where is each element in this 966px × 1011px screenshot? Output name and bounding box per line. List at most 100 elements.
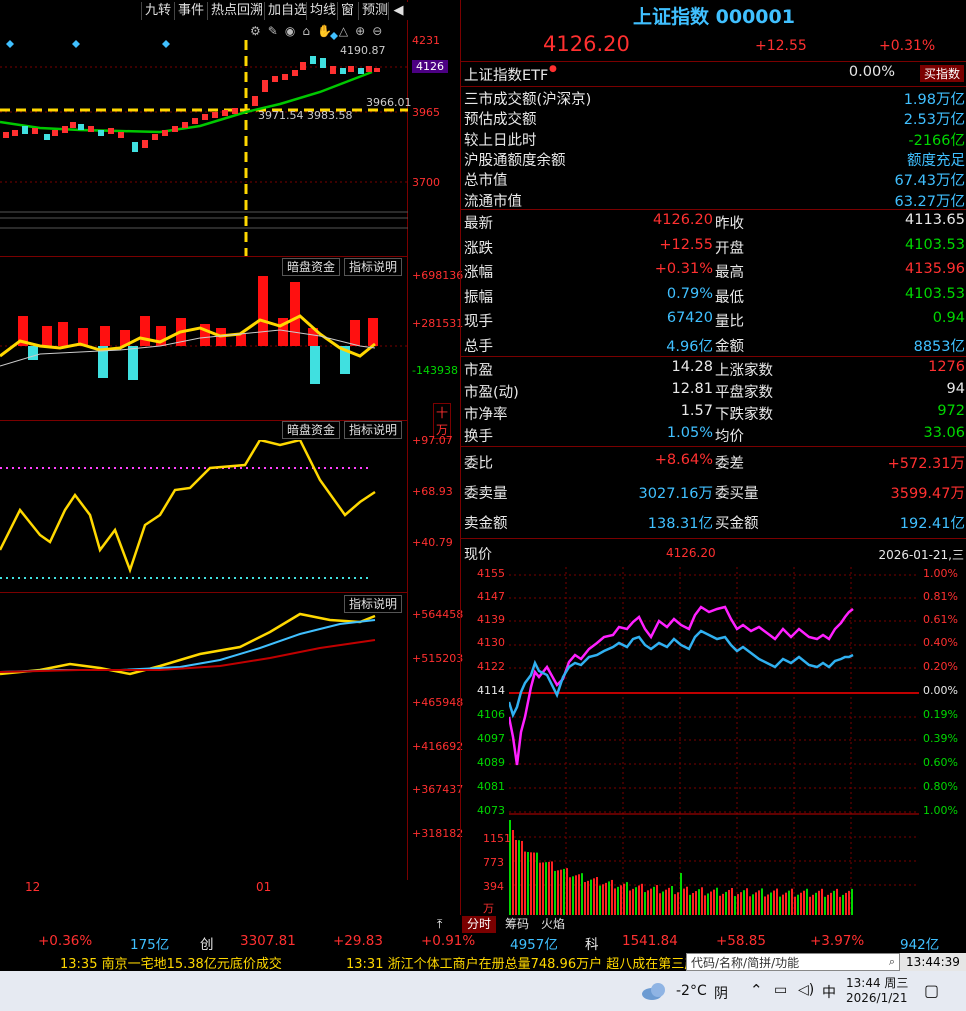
- index-ticker-item[interactable]: +29.83: [333, 933, 383, 949]
- search-icon[interactable]: ⌕: [889, 955, 895, 969]
- tray-expand-icon[interactable]: ⌃: [750, 981, 763, 999]
- buy-index-button[interactable]: 买指数: [919, 65, 964, 82]
- indicator1-help-button[interactable]: 指标说明: [344, 258, 403, 276]
- ime-indicator[interactable]: 中: [822, 982, 836, 1002]
- stat-value: 67.43万亿: [894, 173, 965, 190]
- stat-value: 63.27万亿: [894, 193, 965, 210]
- volume-bar: [800, 892, 802, 915]
- toolbar-button-events[interactable]: 事件: [174, 2, 208, 20]
- field-value: +0.31%: [654, 261, 713, 277]
- index-ticker-item[interactable]: +3.97%: [810, 933, 864, 949]
- quote-row: 最新 4126.20 昨收 4113.65: [461, 212, 966, 232]
- quote-row: 委卖量 3027.16万 委买量 3599.47万: [461, 482, 966, 502]
- indicator-bar: [310, 346, 320, 384]
- kline-panel[interactable]: 九转 事件 热点回溯 加自选 均线 窗 预测 ◀ ⚙✎◉⌂✋△⊕⊖ 4190.8…: [0, 0, 452, 894]
- candle: [320, 58, 326, 68]
- news-item[interactable]: 13:35 南京一宅地15.38亿元底价成交: [60, 953, 282, 972]
- index-ticker-item[interactable]: +58.85: [716, 933, 766, 949]
- price-change-pct: +0.31%: [879, 38, 936, 54]
- indicator3-help-button[interactable]: 指标说明: [344, 595, 403, 613]
- kline-chart[interactable]: [0, 22, 408, 256]
- tab-intraday[interactable]: 分时: [462, 916, 497, 933]
- etf-label[interactable]: 上证指数ETF: [464, 64, 548, 85]
- stat-row: 预估成交额 2.53万亿: [461, 108, 966, 128]
- volume-bar: [803, 890, 805, 915]
- index-ticker-item[interactable]: +0.36%: [38, 933, 92, 949]
- volume-bar: [635, 887, 637, 915]
- taskbar-date[interactable]: 2026/1/21: [846, 991, 908, 1005]
- field-label: 最低: [715, 289, 744, 306]
- index-ticker-item[interactable]: 942亿: [900, 933, 939, 953]
- intraday-chart[interactable]: [509, 567, 919, 915]
- indicator2-darkpool-button[interactable]: 暗盘资金: [282, 421, 341, 439]
- index-ticker-item[interactable]: 175亿: [130, 933, 169, 953]
- code-search-input[interactable]: 代码/名称/简拼/功能 ⌕: [686, 953, 900, 971]
- indicator3-axis-label: +515203: [412, 652, 464, 665]
- price-axis-label: 4231: [412, 34, 440, 47]
- candle: [78, 124, 84, 130]
- field-label: 均价: [715, 429, 744, 445]
- indicator2-help-button[interactable]: 指标说明: [344, 421, 403, 439]
- volume-bar: [680, 873, 682, 915]
- indicator1-darkpool-button[interactable]: 暗盘资金: [282, 258, 341, 276]
- stat-row: 流通市值 63.27万亿: [461, 190, 966, 210]
- candle: [232, 108, 238, 114]
- quote-row: 市净率 1.57 下跌家数 972: [461, 403, 966, 423]
- volume-bar: [527, 852, 529, 915]
- index-ticker-item[interactable]: 4957亿: [510, 933, 558, 953]
- field-value: 8853亿: [913, 338, 965, 355]
- notification-icon[interactable]: ▢: [924, 981, 939, 1000]
- field-value: 4135.96: [905, 261, 965, 277]
- collapse-panel-icon[interactable]: ◀: [388, 2, 408, 20]
- volume-bar: [581, 873, 583, 915]
- tab-flame[interactable]: 火焰: [536, 916, 570, 933]
- network-icon[interactable]: ▭: [774, 982, 787, 998]
- weather-text[interactable]: 阴: [714, 983, 728, 1003]
- stat-value: -2166亿: [908, 132, 965, 149]
- intraday-pct-axis-label: 0.81%: [923, 590, 958, 603]
- candle: [62, 126, 68, 133]
- candle: [22, 126, 28, 134]
- volume-bar: [533, 852, 535, 915]
- index-ticker-item[interactable]: 3307.81: [240, 933, 296, 949]
- index-ticker-item[interactable]: 科: [585, 933, 599, 953]
- volume-icon[interactable]: ◁): [798, 982, 814, 998]
- volume-bar: [719, 895, 721, 915]
- cloud-icon[interactable]: [640, 981, 670, 1001]
- field-value: 972: [937, 403, 965, 419]
- month-label-dec: 12: [25, 880, 41, 894]
- taskbar-time[interactable]: 13:44 周三: [846, 974, 908, 991]
- volume-bar: [539, 862, 541, 915]
- volume-bar: [731, 888, 733, 915]
- indicator3-axis-label: +318182: [412, 827, 464, 840]
- volume-bar: [749, 896, 751, 915]
- news-item[interactable]: 13:31 浙江个体工商户在册总量748.96万户 超八成在第三产: [346, 953, 686, 972]
- volume-bar: [836, 888, 838, 915]
- index-ticker-item[interactable]: +0.91%: [421, 933, 475, 949]
- index-ticker-item[interactable]: 1541.84: [622, 933, 678, 949]
- current-price-tag: 4126: [412, 60, 448, 73]
- toolbar-button-hotspot[interactable]: 热点回溯: [207, 2, 267, 20]
- field-label: 最新: [464, 216, 493, 232]
- toolbar-button-jiuzhuan[interactable]: 九转: [141, 2, 175, 20]
- field-label: 委卖量: [464, 486, 508, 502]
- toolbar-button-add-watchlist[interactable]: 加自选: [264, 2, 311, 20]
- toolbar-button-ma[interactable]: 均线: [306, 2, 340, 20]
- volume-bar: [518, 840, 520, 915]
- arrow-up-icon[interactable]: ⤒: [432, 916, 447, 933]
- etf-row: 上证指数ETF ● 0.00% 买指数: [461, 64, 966, 84]
- volume-bar: [530, 852, 532, 915]
- field-label: 市净率: [464, 407, 508, 423]
- indicator-bar: [368, 318, 378, 346]
- quote-row: 委比 +8.64% 委差 +572.31万: [461, 452, 966, 472]
- volume-bar: [788, 890, 790, 915]
- weather-temp[interactable]: -2°C: [676, 983, 707, 999]
- field-value: 3599.47万: [890, 486, 965, 502]
- tab-chips[interactable]: 筹码: [500, 916, 534, 933]
- toolbar-button-predict[interactable]: 预测: [358, 2, 392, 20]
- candle: [108, 128, 114, 134]
- volume-bar: [557, 870, 559, 915]
- toolbar-button-window[interactable]: 窗: [337, 2, 358, 20]
- field-value: +8.64%: [654, 452, 713, 468]
- index-ticker-item[interactable]: 创: [200, 933, 214, 953]
